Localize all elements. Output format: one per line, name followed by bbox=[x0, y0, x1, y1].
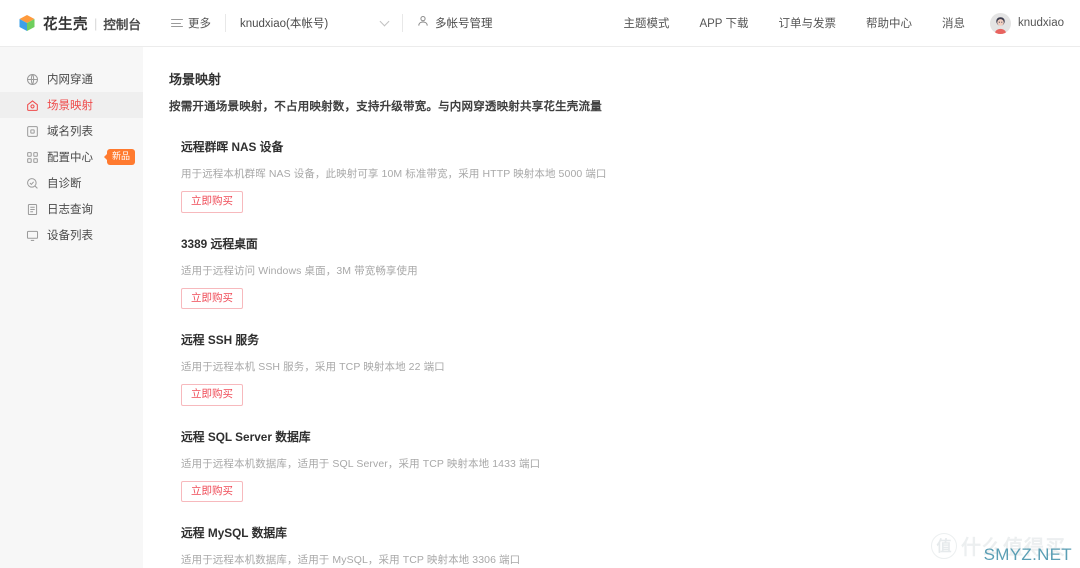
sidebar: 内网穿通 场景映射 域名列表 配置中心 新品 自诊断 日志查询 设备列表 bbox=[0, 47, 143, 568]
sidebar-item-device-list[interactable]: 设备列表 bbox=[0, 222, 143, 248]
card-title: 远程群晖 NAS 设备 bbox=[181, 140, 284, 154]
sidebar-top-spacer bbox=[0, 56, 143, 66]
card-title: 3389 远程桌面 bbox=[181, 236, 258, 251]
card-description: 适用于远程本机数据库，适用于 MySQL，采用 TCP 映射本地 3306 端口 bbox=[181, 554, 521, 566]
scene-icon bbox=[26, 99, 39, 112]
watermark-site: SMYZ.NET bbox=[983, 545, 1072, 564]
card-description: 用于远程本机群晖 NAS 设备，此映射可享 10M 标准带宽，采用 HTTP 映… bbox=[181, 168, 607, 180]
main-content: 场景映射 按需开通场景映射，不占用映射数，支持升级带宽。与内网穿透映射共享花生壳… bbox=[143, 47, 1080, 568]
nav-link-orders[interactable]: 订单与发票 bbox=[763, 15, 851, 31]
brand-name: 花生壳 bbox=[43, 16, 88, 33]
more-button[interactable]: 更多 bbox=[171, 15, 211, 31]
scene-card: 3389 远程桌面 适用于远程访问 Windows 桌面，3M 带宽畅享使用 立… bbox=[169, 235, 1080, 309]
user-menu[interactable]: knudxiao bbox=[989, 12, 1064, 34]
body: 内网穿通 场景映射 域名列表 配置中心 新品 自诊断 日志查询 设备列表 场景映… bbox=[0, 47, 1080, 568]
card-description: 适用于远程本机 SSH 服务，采用 TCP 映射本地 22 端口 bbox=[181, 361, 445, 373]
sidebar-item-config-center[interactable]: 配置中心 新品 bbox=[0, 144, 143, 170]
sidebar-item-label: 日志查询 bbox=[47, 204, 93, 216]
sidebar-item-label: 设备列表 bbox=[47, 230, 93, 242]
buy-button[interactable]: 立即购买 bbox=[181, 480, 243, 502]
scene-card: 远程群晖 NAS 设备 用于远程本机群晖 NAS 设备，此映射可享 10M 标准… bbox=[169, 138, 1080, 213]
sidebar-item-label: 内网穿通 bbox=[47, 74, 93, 86]
card-description: 适用于远程本机数据库，适用于 SQL Server，采用 TCP 映射本地 14… bbox=[181, 457, 541, 470]
scene-card: 远程 SQL Server 数据库 适用于远程本机数据库，适用于 SQL Ser… bbox=[169, 428, 1080, 502]
sidebar-item-label: 自诊断 bbox=[47, 178, 82, 190]
chevron-down-icon bbox=[379, 16, 390, 26]
card-description: 适用于远程访问 Windows 桌面，3M 带宽畅享使用 bbox=[181, 264, 418, 277]
top-bar: 花生壳 | 控制台 更多 knudxiao(本帐号) 多帐号管理 主题模式 AP… bbox=[0, 0, 1080, 47]
sidebar-item-label: 域名列表 bbox=[47, 126, 93, 138]
user-icon bbox=[417, 14, 429, 32]
card-title: 远程 MySQL 数据库 bbox=[181, 526, 287, 540]
device-icon bbox=[26, 229, 39, 242]
scene-card: 远程 MySQL 数据库 适用于远程本机数据库，适用于 MySQL，采用 TCP… bbox=[169, 524, 1080, 568]
buy-button[interactable]: 立即购买 bbox=[181, 191, 243, 213]
sidebar-item-self-diagnose[interactable]: 自诊断 bbox=[0, 170, 143, 196]
page-title: 场景映射 bbox=[169, 72, 222, 87]
grid-icon bbox=[26, 151, 39, 164]
divider bbox=[402, 14, 403, 32]
avatar bbox=[989, 12, 1011, 34]
sidebar-item-label: 场景映射 bbox=[47, 100, 93, 112]
user-name: knudxiao bbox=[1017, 17, 1064, 29]
cube-logo-icon bbox=[18, 14, 36, 32]
page-subtitle: 按需开通场景映射，不占用映射数，支持升级带宽。与内网穿透映射共享花生壳流量 bbox=[169, 101, 602, 113]
status-badge: 新品 bbox=[107, 149, 136, 165]
app-root: 花生壳 | 控制台 更多 knudxiao(本帐号) 多帐号管理 主题模式 AP… bbox=[0, 0, 1080, 568]
sidebar-item-scene-mapping[interactable]: 场景映射 bbox=[0, 92, 143, 118]
top-nav: 主题模式 APP 下载 订单与发票 帮助中心 消息 knudxiao bbox=[608, 12, 1064, 34]
log-icon bbox=[26, 203, 39, 216]
sidebar-item-intranet[interactable]: 内网穿通 bbox=[0, 66, 143, 92]
domain-icon bbox=[26, 125, 39, 138]
sidebar-item-log-query[interactable]: 日志查询 bbox=[0, 196, 143, 222]
card-title: 远程 SQL Server 数据库 bbox=[181, 429, 311, 444]
divider bbox=[225, 14, 226, 32]
multi-account-button[interactable]: 多帐号管理 bbox=[417, 14, 493, 32]
sidebar-item-label: 配置中心 bbox=[47, 152, 93, 164]
nav-link-theme[interactable]: 主题模式 bbox=[608, 15, 684, 31]
buy-button[interactable]: 立即购买 bbox=[181, 384, 243, 406]
account-value: knudxiao(本帐号) bbox=[240, 18, 329, 30]
buy-button[interactable]: 立即购买 bbox=[181, 287, 243, 309]
card-title: 远程 SSH 服务 bbox=[181, 333, 259, 347]
nav-link-help[interactable]: 帮助中心 bbox=[851, 15, 927, 31]
brand-logo[interactable]: 花生壳 | 控制台 bbox=[18, 13, 143, 34]
brand-separator: | bbox=[94, 15, 98, 31]
diagnose-icon bbox=[26, 177, 39, 190]
scene-card: 远程 SSH 服务 适用于远程本机 SSH 服务，采用 TCP 映射本地 22 … bbox=[169, 331, 1080, 406]
brand-subtitle: 控制台 bbox=[103, 17, 141, 32]
hamburger-icon bbox=[171, 19, 183, 27]
more-label: 更多 bbox=[188, 18, 211, 30]
nav-link-app-download[interactable]: APP 下载 bbox=[684, 15, 763, 31]
account-select[interactable]: knudxiao(本帐号) bbox=[240, 15, 390, 31]
sidebar-item-domain-list[interactable]: 域名列表 bbox=[0, 118, 143, 144]
nav-link-messages[interactable]: 消息 bbox=[927, 15, 980, 31]
multi-account-label: 多帐号管理 bbox=[435, 18, 493, 30]
globe-icon bbox=[26, 73, 39, 86]
